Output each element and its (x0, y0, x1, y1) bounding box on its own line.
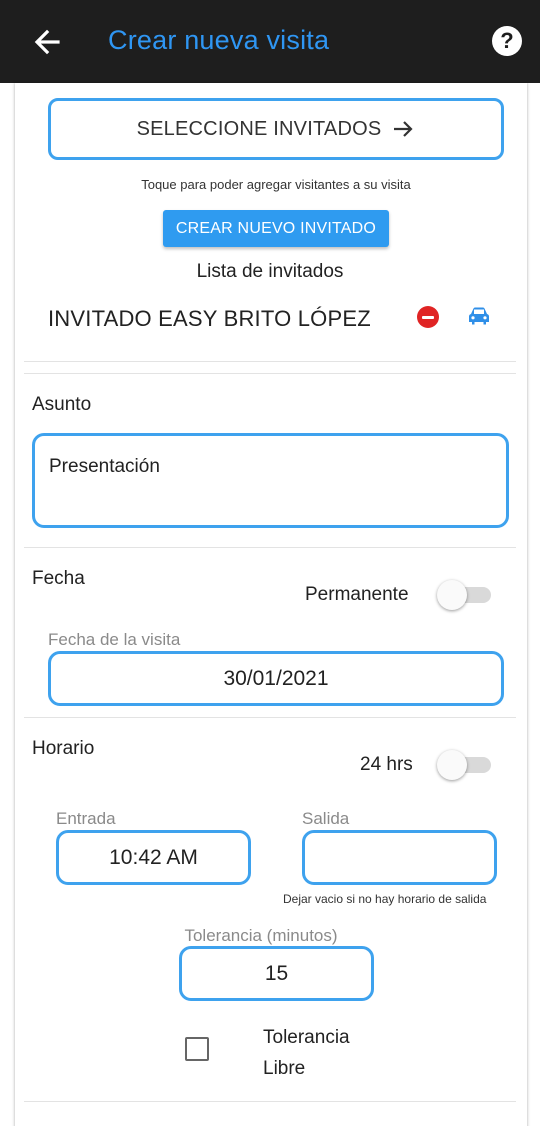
entry-time-field[interactable]: 10:42 AM (56, 830, 251, 885)
subject-input[interactable]: Presentación (32, 433, 509, 528)
exit-label: Salida (302, 809, 350, 828)
subject-label: Asunto (32, 394, 92, 415)
select-guests-hint: Toque para poder agregar visitantes a su… (141, 177, 411, 192)
entry-label: Entrada (56, 809, 116, 828)
app-bar: Crear nueva visita ? (0, 0, 540, 83)
visit-date-label: Fecha de la visita (48, 630, 181, 649)
exit-hint: Dejar vacio si no hay horario de salida (283, 892, 487, 906)
guest-list-title: Lista de invitados (196, 261, 344, 282)
select-guests-button[interactable]: SELECCIONE INVITADOS (48, 98, 504, 160)
visit-date-field[interactable]: 30/01/2021 (48, 651, 504, 706)
divider (24, 373, 516, 374)
arrow-forward-icon (394, 121, 413, 137)
free-tolerance-label-line2: Libre (263, 1058, 306, 1079)
help-icon[interactable]: ? (492, 26, 522, 56)
select-guests-label: SELECCIONE INVITADOS (136, 117, 382, 140)
car-icon[interactable] (467, 306, 491, 326)
page-title: Crear nueva visita (108, 25, 330, 55)
free-tolerance-label-line1: Tolerancia (263, 1027, 350, 1048)
tolerance-input[interactable]: 15 (179, 946, 374, 1001)
arrow-back-icon[interactable] (30, 24, 66, 60)
date-label: Fecha (32, 568, 85, 589)
create-guest-button[interactable]: CREAR NUEVO INVITADO (163, 210, 389, 247)
hours24-label: 24 hrs (360, 754, 413, 775)
divider (24, 1101, 516, 1102)
hours24-toggle[interactable] (437, 750, 493, 780)
free-tolerance-checkbox[interactable] (185, 1037, 209, 1061)
divider (24, 361, 516, 362)
divider (24, 717, 516, 718)
permanent-toggle[interactable] (437, 580, 493, 610)
remove-guest-icon[interactable] (417, 306, 439, 328)
exit-time-field[interactable] (302, 830, 497, 885)
free-tolerance-label: Tolerancia Libre (263, 1022, 350, 1084)
guest-name: INVITADO EASY BRITO LÓPEZ (48, 306, 371, 331)
schedule-label: Horario (32, 738, 95, 759)
divider (24, 547, 516, 548)
tolerance-label: Tolerancia (minutos) (184, 926, 338, 945)
permanent-label: Permanente (305, 584, 409, 605)
